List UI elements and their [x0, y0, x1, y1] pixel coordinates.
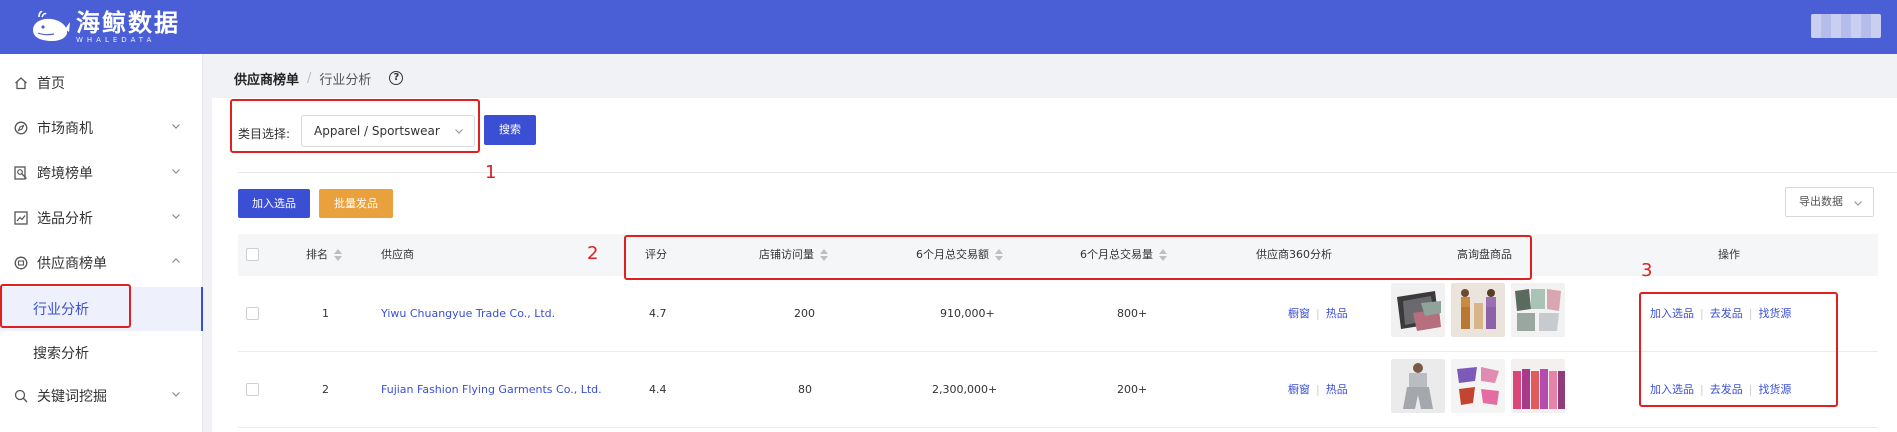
row-rank: 2	[322, 383, 329, 396]
sidebar: 首页 市场商机 跨境榜单 选品分析 供应商榜单 行业分析 搜索分析 关键词挖掘	[0, 54, 203, 432]
column-rank-label: 排名	[306, 248, 328, 261]
column-ops: 操作	[1718, 248, 1740, 261]
sidebar-item-label: 关键词挖掘	[37, 389, 107, 405]
product-thumbnail[interactable]	[1391, 283, 1445, 337]
sidebar-item-home[interactable]: 首页	[0, 61, 203, 105]
row-amount: 2,300,000+	[932, 383, 998, 396]
row-checkbox[interactable]	[246, 307, 259, 320]
breadcrumb-current: 行业分析	[319, 72, 372, 88]
home-icon	[13, 75, 29, 91]
annotation-box-2	[624, 235, 1532, 280]
row-checkbox[interactable]	[246, 383, 259, 396]
row-rating: 4.7	[649, 307, 667, 320]
sidebar-item-label: 市场商机	[37, 121, 93, 137]
annotation-box-sidebar	[0, 284, 131, 328]
sidebar-subitem-search-analysis[interactable]: 搜索分析	[0, 331, 203, 375]
breadcrumb-separator: /	[307, 70, 312, 86]
hot-products-link[interactable]: 热品	[1326, 383, 1348, 396]
compass-icon	[13, 120, 29, 136]
sort-icon[interactable]	[334, 249, 342, 261]
logo[interactable]: 海鲸数据 WHALEDATA	[30, 8, 180, 46]
sidebar-item-product-analysis[interactable]: 选品分析	[0, 196, 203, 240]
table-row: 1 Yiwu Chuangyue Trade Co., Ltd. 4.7 200…	[238, 276, 1878, 352]
batch-publish-button[interactable]: 批量发品	[319, 189, 393, 218]
top-header: 海鲸数据 WHALEDATA	[0, 0, 1897, 54]
row-amount: 910,000+	[940, 307, 995, 320]
export-data-label: 导出数据	[1799, 195, 1843, 208]
breadcrumb: 供应商榜单 / 行业分析 ?	[212, 58, 1897, 98]
sidebar-item-keyword-mining[interactable]: 关键词挖掘	[0, 374, 203, 418]
help-icon[interactable]: ?	[389, 71, 404, 85]
magnify-icon	[13, 388, 29, 404]
row-visits: 200	[794, 307, 815, 320]
row-volume: 800+	[1117, 307, 1148, 320]
annotation-box-3	[1639, 292, 1838, 407]
sidebar-item-crossborder[interactable]: 跨境榜单	[0, 151, 203, 195]
chevron-down-icon	[172, 124, 180, 129]
whale-logo-icon	[33, 10, 70, 41]
rank-search-icon	[13, 165, 29, 181]
annotation-number-2: 2	[587, 243, 599, 264]
row-visits: 80	[798, 383, 812, 396]
annotation-number-1: 1	[485, 162, 497, 183]
chevron-down-icon	[172, 214, 180, 219]
pipe-divider: |	[1316, 383, 1320, 396]
sidebar-subitem-label: 搜索分析	[33, 346, 89, 362]
sidebar-item-supplier-rank[interactable]: 供应商榜单	[0, 241, 203, 285]
showcase-link[interactable]: 橱窗	[1288, 383, 1310, 396]
chevron-up-icon	[172, 258, 180, 263]
sidebar-item-market[interactable]: 市场商机	[0, 106, 203, 150]
table-row: 2 Fujian Fashion Flying Garments Co., Lt…	[238, 352, 1878, 428]
user-avatar[interactable]	[1811, 14, 1881, 38]
product-thumbnail[interactable]	[1451, 359, 1505, 413]
product-thumbnail[interactable]	[1391, 359, 1445, 413]
hot-products-link[interactable]: 热品	[1326, 307, 1348, 320]
logo-subname: WHALEDATA	[76, 35, 156, 44]
row-rank: 1	[322, 307, 329, 320]
search-button[interactable]: 搜索	[484, 115, 536, 145]
row-rating: 4.4	[649, 383, 667, 396]
row-volume: 200+	[1117, 383, 1148, 396]
row-supplier-link[interactable]: Fujian Fashion Flying Garments Co., Ltd.	[381, 352, 602, 428]
supplier-icon	[13, 255, 29, 271]
column-rank[interactable]: 排名	[306, 234, 342, 276]
add-selection-button[interactable]: 加入选品	[238, 189, 310, 218]
sidebar-item-label: 供应商榜单	[37, 256, 107, 272]
column-supplier: 供应商	[381, 248, 414, 261]
trend-chart-icon	[13, 210, 29, 226]
logo-name: 海鲸数据	[76, 8, 180, 37]
chevron-down-icon	[1854, 201, 1862, 206]
chevron-down-icon	[172, 169, 180, 174]
select-all-checkbox[interactable]	[246, 248, 259, 261]
sidebar-item-label: 首页	[37, 76, 65, 92]
sidebar-item-label: 跨境榜单	[37, 166, 93, 182]
sidebar-item-label: 选品分析	[37, 211, 93, 227]
row-analysis: 橱窗 | 热品	[1288, 276, 1348, 352]
annotation-number-3: 3	[1641, 260, 1653, 281]
export-data-button[interactable]: 导出数据	[1785, 187, 1874, 217]
row-supplier-link[interactable]: Yiwu Chuangyue Trade Co., Ltd.	[381, 276, 555, 352]
annotation-box-1	[230, 99, 480, 153]
row-analysis: 橱窗 | 热品	[1288, 352, 1348, 428]
chevron-down-icon	[172, 392, 180, 397]
showcase-link[interactable]: 橱窗	[1288, 307, 1310, 320]
product-thumbnail[interactable]	[1511, 359, 1565, 413]
pipe-divider: |	[1316, 307, 1320, 320]
product-thumbnail[interactable]	[1511, 283, 1565, 337]
product-thumbnail[interactable]	[1451, 283, 1505, 337]
breadcrumb-parent[interactable]: 供应商榜单	[234, 69, 299, 88]
